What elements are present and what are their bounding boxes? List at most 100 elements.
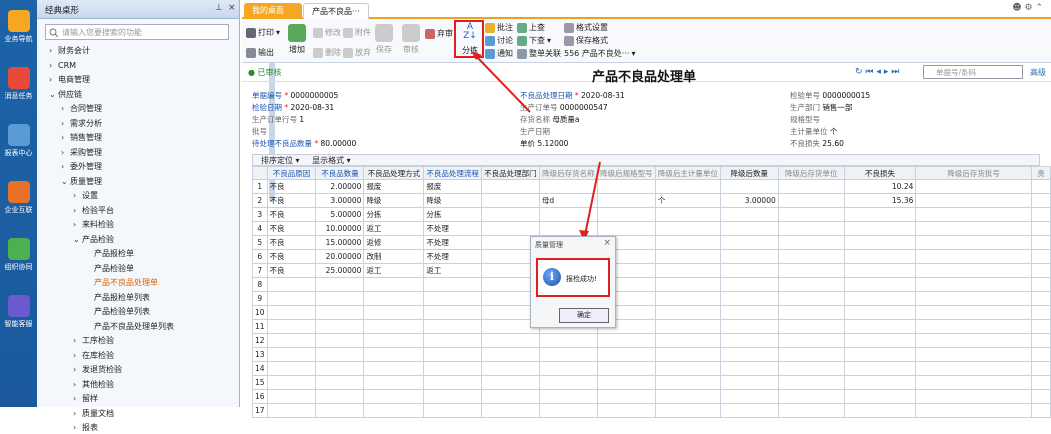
expand-icon[interactable]: › <box>49 73 58 86</box>
delete-button[interactable]: 删除 <box>313 47 341 58</box>
table-cell[interactable] <box>315 305 365 320</box>
expand-icon[interactable]: › <box>73 421 82 434</box>
loss-value[interactable]: 25.60 <box>822 139 843 148</box>
modify-button[interactable]: 修改 <box>313 27 341 38</box>
table-cell[interactable] <box>843 263 917 278</box>
table-row[interactable]: 5 不良 15.00000 返修 不处理 <box>252 235 1051 250</box>
table-cell[interactable] <box>915 207 1032 222</box>
table-cell[interactable] <box>266 319 317 334</box>
table-cell[interactable] <box>719 179 779 194</box>
table-cell[interactable] <box>843 375 917 390</box>
table-cell[interactable] <box>915 291 1032 306</box>
table-cell[interactable] <box>423 305 482 320</box>
tree-item[interactable]: › 质量文档 <box>73 407 114 420</box>
table-cell[interactable] <box>843 347 917 362</box>
table-cell[interactable] <box>915 249 1032 264</box>
table-cell[interactable] <box>654 291 721 306</box>
link-button[interactable]: 整单关联 <box>517 48 561 59</box>
table-cell[interactable] <box>843 333 917 348</box>
table-cell[interactable] <box>480 193 540 208</box>
table-cell[interactable] <box>363 319 425 334</box>
table-cell[interactable] <box>777 347 845 362</box>
table-row[interactable]: 13 <box>252 347 1051 362</box>
table-cell[interactable]: 不良 <box>266 193 317 208</box>
table-cell[interactable] <box>480 361 540 376</box>
table-row[interactable]: 1 不良 2.00000 报废 报废 10.24 <box>252 179 1051 194</box>
table-cell[interactable] <box>266 389 317 404</box>
table-cell[interactable] <box>266 277 317 292</box>
table-row[interactable]: 16 <box>252 389 1051 404</box>
table-cell[interactable] <box>480 179 540 194</box>
table-row[interactable]: 15 <box>252 375 1051 390</box>
tree-item[interactable]: › 其他检验 <box>73 378 114 391</box>
table-cell[interactable]: 不良 <box>266 263 317 278</box>
table-cell[interactable] <box>315 347 365 362</box>
leftbar-item[interactable]: 组织协同 <box>0 238 37 272</box>
table-cell[interactable]: 报废 <box>423 179 482 194</box>
expand-icon[interactable]: › <box>73 189 82 202</box>
table-cell[interactable] <box>1030 179 1051 194</box>
table-cell[interactable] <box>843 319 917 334</box>
table-cell[interactable] <box>719 333 779 348</box>
dialog-close-icon[interactable]: × <box>603 238 611 248</box>
table-cell[interactable]: 分拣 <box>363 207 425 222</box>
table-cell[interactable]: 不良 <box>266 235 317 250</box>
table-cell[interactable] <box>654 389 721 404</box>
tree-item[interactable]: ⌄ 产品检验 <box>73 233 114 246</box>
tree-item[interactable]: ⌄ 质量管理 <box>61 175 102 188</box>
table-cell[interactable] <box>915 263 1032 278</box>
tree-item[interactable]: › 发退货检验 <box>73 363 122 376</box>
table-cell[interactable] <box>843 221 917 236</box>
table-cell[interactable] <box>777 263 845 278</box>
table-cell[interactable]: 不处理 <box>423 221 482 236</box>
table-cell[interactable]: 不良 <box>266 249 317 264</box>
tree-item[interactable]: 产品报检单列表 <box>85 291 150 304</box>
table-cell[interactable] <box>719 249 779 264</box>
table-cell[interactable]: 返工 <box>423 263 482 278</box>
porow-value[interactable]: 1 <box>299 115 304 124</box>
table-cell[interactable] <box>843 277 917 292</box>
audit-button[interactable]: 审核 <box>402 24 420 55</box>
expand-icon[interactable]: › <box>73 363 82 376</box>
print-button[interactable]: 打印 ▾ <box>246 27 280 38</box>
prev-record-icon[interactable]: ◂ <box>876 67 881 77</box>
unit-value[interactable]: 个 <box>830 127 838 136</box>
table-cell[interactable] <box>538 403 598 418</box>
expand-icon[interactable]: › <box>49 59 58 72</box>
column-header[interactable]: 降级后存货批号 <box>915 166 1032 180</box>
table-cell[interactable] <box>423 375 482 390</box>
close-icon[interactable]: × <box>228 3 236 13</box>
table-row[interactable]: 2 不良 3.00000 降级 降级 母d 个 3.00000 15.36 <box>252 193 1051 208</box>
inv-value[interactable]: 母质量a <box>552 115 579 124</box>
expand-icon[interactable]: › <box>49 44 58 57</box>
table-cell[interactable]: 不处理 <box>423 249 482 264</box>
table-cell[interactable]: 10.24 <box>843 179 917 194</box>
tree-item[interactable]: › 报表 <box>73 421 98 434</box>
table-cell[interactable] <box>363 291 425 306</box>
table-cell[interactable] <box>915 235 1032 250</box>
tree-item[interactable]: › 销售管理 <box>61 131 102 144</box>
table-cell[interactable] <box>843 305 917 320</box>
table-cell[interactable] <box>538 179 598 194</box>
tree-item[interactable]: 产品检验单列表 <box>85 305 150 318</box>
table-cell[interactable] <box>777 403 845 418</box>
table-cell[interactable] <box>315 291 365 306</box>
table-cell[interactable] <box>777 249 845 264</box>
table-cell[interactable]: 不处理 <box>423 235 482 250</box>
qty-value[interactable]: 80.00000 <box>321 139 357 148</box>
table-cell[interactable] <box>596 403 656 418</box>
column-header[interactable]: 不良品原因 <box>266 166 317 180</box>
table-cell[interactable] <box>719 263 779 278</box>
table-cell[interactable] <box>423 277 482 292</box>
table-cell[interactable] <box>654 333 721 348</box>
table-cell[interactable] <box>1030 249 1051 264</box>
table-cell[interactable] <box>480 207 540 222</box>
table-cell[interactable] <box>719 207 779 222</box>
prev-button[interactable]: 上查 <box>517 22 545 33</box>
table-cell[interactable]: 15.00000 <box>315 235 365 250</box>
table-cell[interactable] <box>596 221 656 236</box>
table-cell[interactable] <box>596 361 656 376</box>
tree-item[interactable]: ⌄ 供应链 <box>49 88 82 101</box>
column-header[interactable]: 不良品处理流程 <box>423 166 482 180</box>
table-cell[interactable] <box>654 235 721 250</box>
